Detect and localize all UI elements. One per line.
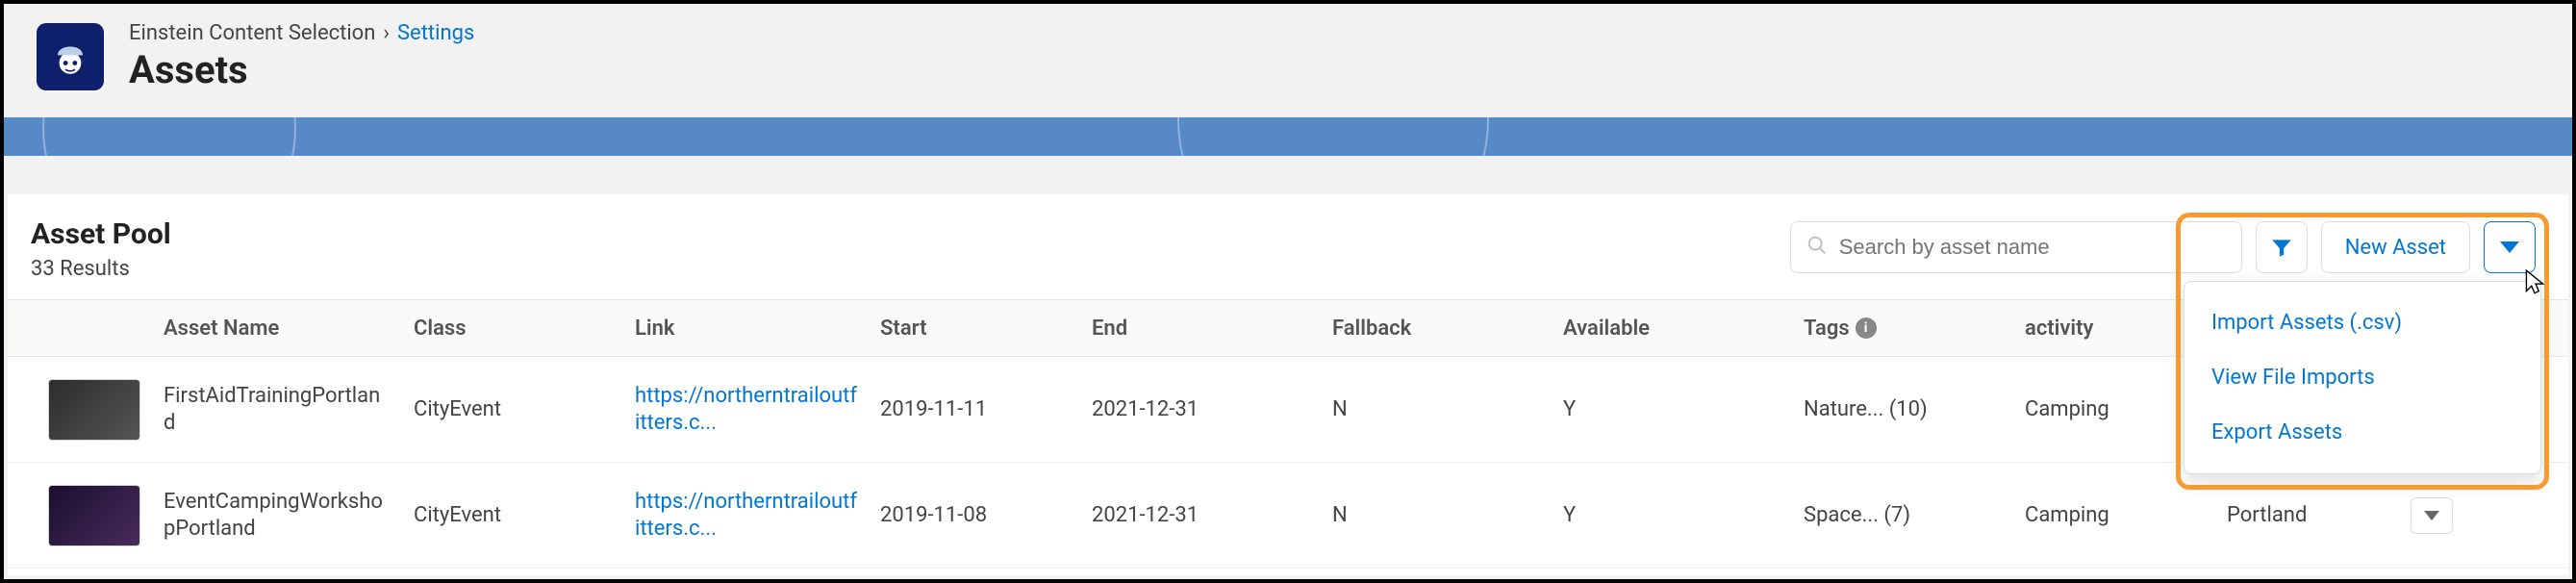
breadcrumb-root: Einstein Content Selection [129, 21, 375, 45]
asset-location: Portland [2227, 503, 2307, 527]
asset-fallback: N [1332, 503, 1348, 527]
caret-down-icon [2424, 511, 2439, 520]
asset-available: Y [1563, 397, 1576, 421]
col-fallback[interactable]: Fallback [1321, 317, 1552, 341]
filter-button[interactable] [2256, 221, 2308, 273]
asset-end: 2021-12-31 [1092, 397, 1199, 421]
asset-start: 2019-11-08 [880, 503, 987, 527]
asset-link[interactable]: https://northerntrailoutfitters.c... [635, 383, 857, 436]
page-title: Assets [129, 47, 474, 92]
col-start[interactable]: Start [869, 317, 1080, 341]
asset-name: EventCampingWorkshopPortland [164, 489, 391, 542]
table-row[interactable]: EventCampingWorkshopPortland CityEvent h… [8, 463, 2568, 569]
asset-class: CityEvent [414, 397, 501, 421]
search-icon [1806, 235, 1828, 260]
search-input-wrap[interactable] [1790, 221, 2242, 273]
col-asset-name[interactable]: Asset Name [152, 317, 402, 341]
asset-pool-title: Asset Pool [31, 217, 1790, 251]
new-asset-dropdown-menu: Import Assets (.csv) View File Imports E… [2184, 281, 2541, 474]
breadcrumb: Einstein Content Selection › Settings [129, 21, 474, 45]
col-link[interactable]: Link [623, 317, 869, 341]
info-icon[interactable]: i [1856, 317, 1877, 339]
menu-export-assets[interactable]: Export Assets [2185, 405, 2540, 460]
asset-fallback: N [1332, 397, 1348, 421]
asset-thumbnail [48, 379, 140, 441]
asset-end: 2021-12-31 [1092, 503, 1199, 527]
col-tags[interactable]: Tags i [1792, 317, 2013, 341]
asset-activity: Camping [2025, 397, 2109, 421]
col-class[interactable]: Class [402, 317, 623, 341]
asset-available: Y [1563, 503, 1576, 527]
asset-activity: Camping [2025, 503, 2109, 527]
einstein-app-icon [37, 23, 104, 90]
asset-thumbnail [48, 485, 140, 546]
asset-link[interactable]: https://northerntrailoutfitters.c... [635, 489, 857, 542]
col-available[interactable]: Available [1552, 317, 1792, 341]
col-end[interactable]: End [1080, 317, 1321, 341]
breadcrumb-separator: › [383, 21, 390, 45]
asset-tags: Nature... (10) [1804, 397, 1928, 421]
menu-import-assets[interactable]: Import Assets (.csv) [2185, 295, 2540, 350]
row-actions-button[interactable] [2411, 497, 2453, 534]
new-asset-label: New Asset [2345, 236, 2446, 260]
app-header: Einstein Content Selection › Settings As… [4, 4, 2572, 117]
results-count: 33 Results [31, 257, 1790, 281]
search-input[interactable] [1839, 235, 2226, 260]
decorative-ribbon [4, 117, 2572, 156]
asset-class: CityEvent [414, 503, 501, 527]
caret-down-icon [2500, 241, 2519, 253]
asset-name: FirstAidTrainingPortland [164, 383, 391, 436]
asset-start: 2019-11-11 [880, 397, 987, 421]
new-asset-button[interactable]: New Asset [2321, 221, 2470, 273]
asset-tags: Space... (7) [1804, 503, 1910, 527]
menu-view-file-imports[interactable]: View File Imports [2185, 350, 2540, 405]
new-asset-dropdown-toggle[interactable] [2484, 221, 2536, 273]
breadcrumb-settings-link[interactable]: Settings [397, 21, 474, 45]
